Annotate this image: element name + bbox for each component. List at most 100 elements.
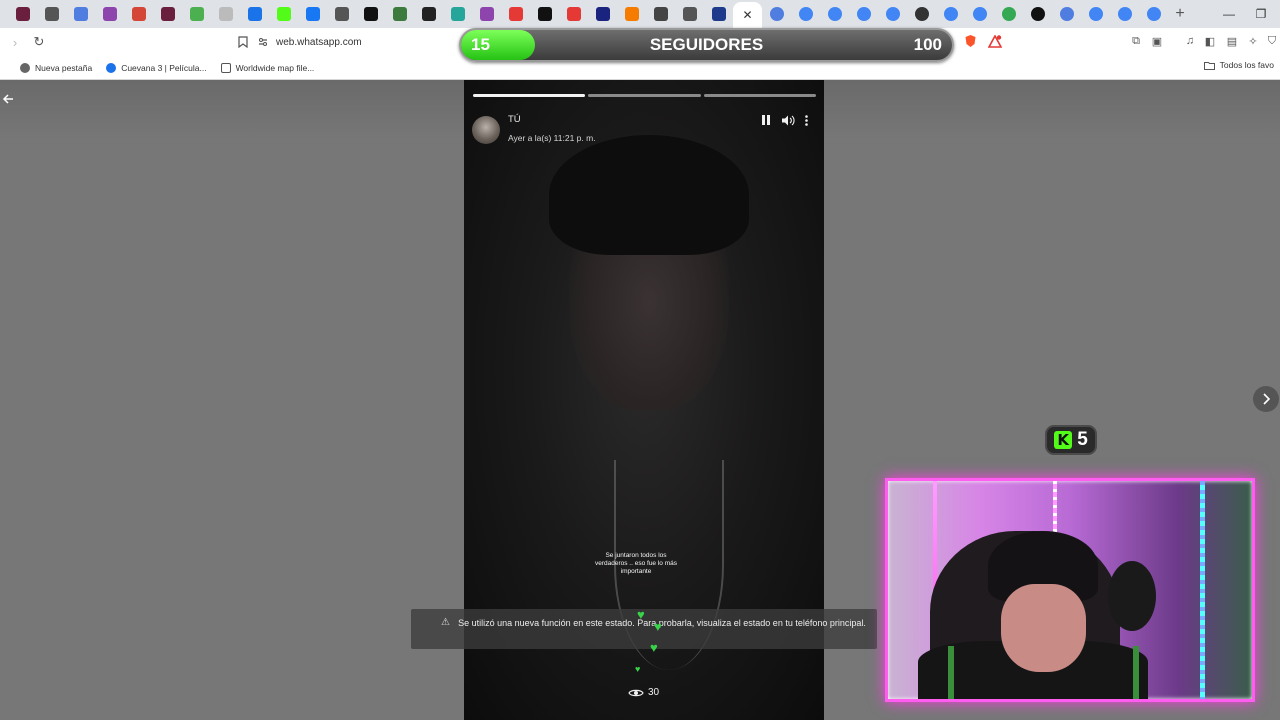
brave-rewards-icon[interactable] (987, 33, 1003, 49)
tab-favicon-icon (334, 7, 349, 21)
tab-favicon-icon (1117, 7, 1132, 21)
browser-tab[interactable] (849, 0, 878, 28)
browser-tab[interactable] (443, 0, 472, 28)
folder-icon (1203, 61, 1215, 70)
eye-icon (628, 689, 644, 696)
tab-favicon-icon (73, 7, 88, 21)
pause-icon[interactable] (758, 111, 774, 129)
hoodie-stripe (1133, 646, 1139, 699)
active-tab[interactable]: ✕ (733, 2, 762, 28)
back-arrow-icon[interactable] (2, 92, 16, 109)
tab-favicon-icon (856, 7, 871, 21)
bookmark-cuevana[interactable]: Cuevana 3 | Película... (106, 62, 207, 73)
heart-reaction-icon: ♥ (650, 640, 658, 655)
minimize-button[interactable]: — (1214, 0, 1244, 28)
browser-tab[interactable] (414, 0, 443, 28)
browser-tab[interactable] (1081, 0, 1110, 28)
browser-tab[interactable] (617, 0, 646, 28)
browser-tab[interactable] (646, 0, 675, 28)
bookmark-nueva-pestana[interactable]: Nueva pestaña (20, 62, 93, 73)
browser-tab[interactable] (791, 0, 820, 28)
browser-tab[interactable] (240, 0, 269, 28)
browser-tab[interactable] (994, 0, 1023, 28)
media-icon[interactable]: ♫ (1182, 33, 1198, 49)
browser-tab[interactable] (211, 0, 240, 28)
leo-icon[interactable]: ✧ (1245, 33, 1261, 49)
bookmark-worldwide-map[interactable]: Worldwide map file... (220, 62, 314, 73)
all-bookmarks-label: Todos los favo (1219, 60, 1274, 70)
browser-tab[interactable] (907, 0, 936, 28)
story-caption: Se juntaron todos los verdaderos .. eso … (594, 552, 677, 575)
tab-favicon-icon (885, 7, 900, 21)
browser-tab[interactable] (66, 0, 95, 28)
new-tab-button[interactable]: + (1168, 0, 1192, 28)
tab-favicon-icon (508, 7, 523, 21)
all-bookmarks-folder[interactable]: Todos los favo (1203, 60, 1274, 70)
browser-tab[interactable] (327, 0, 356, 28)
tab-favicon-icon (450, 7, 465, 21)
browser-tab[interactable] (95, 0, 124, 28)
site-info-icon[interactable] (258, 37, 268, 47)
browser-tab[interactable] (1110, 0, 1139, 28)
story-progress-segment (703, 94, 816, 97)
bookmark-label: Nueva pestaña (35, 62, 93, 73)
browser-tab[interactable] (182, 0, 211, 28)
reader-icon[interactable]: ▣ (1149, 33, 1165, 49)
next-status-button[interactable] (1253, 386, 1279, 412)
browser-tab[interactable] (356, 0, 385, 28)
forward-icon[interactable]: › (4, 31, 26, 53)
browser-tab[interactable] (936, 0, 965, 28)
browser-tab[interactable] (762, 0, 791, 28)
wallet-icon[interactable]: ▤ (1224, 33, 1240, 49)
browser-tab[interactable] (675, 0, 704, 28)
bookmark-label: Cuevana 3 | Película... (121, 62, 207, 73)
browser-tab[interactable] (124, 0, 153, 28)
tab-strip: ✕ + (0, 0, 1280, 28)
browser-tab[interactable] (878, 0, 907, 28)
tab-favicon-icon (798, 7, 813, 21)
kick-logo-icon: K (1054, 431, 1073, 449)
story-progress-segment (588, 94, 701, 97)
browser-tab[interactable] (472, 0, 501, 28)
brave-shield-icon[interactable] (962, 33, 978, 49)
reload-icon[interactable]: ↻ (28, 31, 50, 53)
browser-tab[interactable] (820, 0, 849, 28)
close-tab-icon[interactable]: ✕ (742, 8, 752, 22)
kick-followers-badge: K 5 (1045, 425, 1097, 455)
extensions-icon[interactable]: ⧉ (1128, 33, 1144, 49)
browser-tab[interactable] (8, 0, 37, 28)
browser-tab[interactable] (588, 0, 617, 28)
browser-tab[interactable] (298, 0, 327, 28)
tab-favicon-icon (566, 7, 581, 21)
sidebar-icon[interactable]: ◧ (1202, 33, 1218, 49)
followers-goal: 100 (913, 35, 942, 54)
tab-favicon-icon (1146, 7, 1161, 21)
views-counter[interactable]: 30 (628, 687, 659, 698)
browser-tab[interactable] (1023, 0, 1052, 28)
browser-tab[interactable] (1139, 0, 1168, 28)
heart-reaction-icon: ♥ (654, 619, 662, 634)
browser-tab[interactable] (385, 0, 414, 28)
tab-favicon-icon (1030, 7, 1045, 21)
avatar[interactable] (472, 116, 500, 144)
maximize-button[interactable]: ❐ (1246, 0, 1276, 28)
browser-tab[interactable] (153, 0, 182, 28)
browser-tab[interactable] (559, 0, 588, 28)
volume-icon[interactable] (780, 111, 796, 129)
story-progress (473, 94, 816, 97)
bookmark-icon[interactable] (232, 31, 254, 53)
browser-tab[interactable] (965, 0, 994, 28)
cube-icon (220, 62, 231, 73)
tab-favicon-icon (15, 7, 30, 21)
browser-tab[interactable] (704, 0, 733, 28)
browser-tab[interactable] (1052, 0, 1081, 28)
tab-favicon-icon (102, 7, 117, 21)
tab-favicon-icon (189, 7, 204, 21)
browser-tab[interactable] (37, 0, 66, 28)
tab-favicon-icon (827, 7, 842, 21)
browser-tab[interactable] (269, 0, 298, 28)
browser-tab[interactable] (530, 0, 559, 28)
vpn-icon[interactable]: ⛉ (1264, 33, 1280, 49)
more-options-icon[interactable] (798, 111, 814, 129)
browser-tab[interactable] (501, 0, 530, 28)
